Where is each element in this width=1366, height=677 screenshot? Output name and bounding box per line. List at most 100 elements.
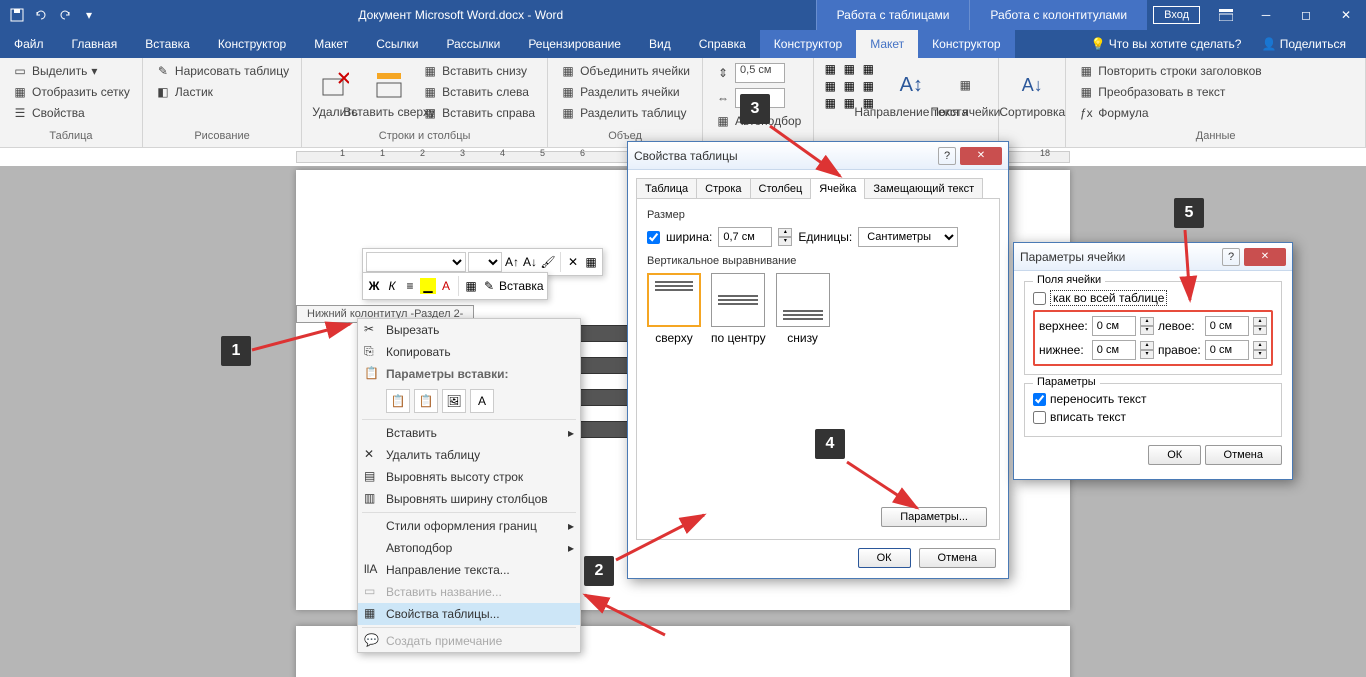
qat-dropdown-icon[interactable]: ▾ bbox=[78, 4, 100, 26]
tab-file[interactable]: Файл bbox=[0, 30, 58, 58]
eraser-button[interactable]: ◧Ластик bbox=[151, 82, 293, 102]
font-size-select[interactable] bbox=[468, 252, 502, 272]
properties-button[interactable]: ☰Свойства bbox=[8, 103, 134, 123]
valign-center[interactable]: по центру bbox=[711, 273, 766, 345]
tab-home[interactable]: Главная bbox=[58, 30, 132, 58]
save-icon[interactable] bbox=[6, 4, 28, 26]
same-as-table-checkbox[interactable] bbox=[1033, 292, 1046, 305]
valign-bottom[interactable]: снизу bbox=[776, 273, 830, 345]
font-family-select[interactable] bbox=[366, 252, 466, 272]
tab-help[interactable]: Справка bbox=[685, 30, 760, 58]
cancel-button[interactable]: Отмена bbox=[919, 548, 996, 568]
bottom-margin-input[interactable] bbox=[1092, 340, 1136, 360]
dlg-tab-table[interactable]: Таблица bbox=[636, 178, 697, 199]
text-direction-button[interactable]: A↕Направление текста bbox=[886, 61, 936, 127]
dlg-tab-alt-text[interactable]: Замещающий текст bbox=[864, 178, 983, 199]
cm-autofit[interactable]: Автоподбор▸ bbox=[358, 537, 580, 559]
insert-above-button[interactable]: Вставить сверху bbox=[364, 61, 414, 127]
tab-references[interactable]: Ссылки bbox=[362, 30, 432, 58]
convert-text-button[interactable]: ▦Преобразовать в текст bbox=[1074, 82, 1265, 102]
paste-picture-icon[interactable]: 🖼 bbox=[442, 389, 466, 413]
insert-mini-label[interactable]: Вставка bbox=[499, 279, 544, 293]
close-icon[interactable]: ✕ bbox=[960, 147, 1002, 165]
close-icon[interactable]: ✕ bbox=[1244, 248, 1286, 266]
align-mc-icon[interactable]: ▦ bbox=[841, 78, 857, 94]
align-tl-icon[interactable]: ▦ bbox=[822, 61, 838, 77]
tab-insert[interactable]: Вставка bbox=[131, 30, 204, 58]
align-tr-icon[interactable]: ▦ bbox=[860, 61, 876, 77]
draw-table-button[interactable]: ✎Нарисовать таблицу bbox=[151, 61, 293, 81]
bottom-spinner[interactable]: ▴▾ bbox=[1140, 341, 1154, 359]
view-gridlines-button[interactable]: ▦Отобразить сетку bbox=[8, 82, 134, 102]
width-spinner[interactable]: ▴▾ bbox=[778, 228, 792, 246]
tab-table-layout[interactable]: Макет bbox=[856, 30, 918, 58]
tab-layout[interactable]: Макет bbox=[300, 30, 362, 58]
minimize-button[interactable]: ─ bbox=[1246, 0, 1286, 30]
select-button[interactable]: ▭Выделить ▾ bbox=[8, 61, 134, 81]
tell-me[interactable]: 💡 Что вы хотите сделать? 👤 Поделиться bbox=[1015, 30, 1366, 58]
insert-right-button[interactable]: ▦Вставить справа bbox=[418, 103, 539, 123]
ribbon-options-icon[interactable] bbox=[1206, 0, 1246, 30]
cm-copy[interactable]: ⎘Копировать bbox=[358, 341, 580, 363]
sort-button[interactable]: A↓Сортировка bbox=[1007, 61, 1057, 127]
italic-icon[interactable]: К bbox=[384, 278, 400, 294]
delete-mini-icon[interactable]: ✕ bbox=[565, 254, 581, 270]
bold-icon[interactable]: Ж bbox=[366, 278, 382, 294]
cm-cut[interactable]: ✂Вырезать bbox=[358, 319, 580, 341]
tab-view[interactable]: Вид bbox=[635, 30, 685, 58]
cm-delete-table[interactable]: ✕Удалить таблицу bbox=[358, 444, 580, 466]
ok-button[interactable]: ОК bbox=[858, 548, 911, 568]
paste-merge-icon[interactable]: 📋 bbox=[414, 389, 438, 413]
help-icon[interactable]: ? bbox=[1222, 248, 1240, 266]
undo-icon[interactable] bbox=[30, 4, 52, 26]
top-margin-input[interactable] bbox=[1092, 316, 1136, 336]
cm-distribute-cols[interactable]: ▥Выровнять ширину столбцов bbox=[358, 488, 580, 510]
wrap-text-checkbox[interactable] bbox=[1033, 393, 1046, 406]
tab-design[interactable]: Конструктор bbox=[204, 30, 300, 58]
width-input[interactable] bbox=[718, 227, 772, 247]
close-button[interactable]: ✕ bbox=[1326, 0, 1366, 30]
share-button[interactable]: 👤 Поделиться bbox=[1261, 37, 1346, 51]
cm-insert[interactable]: Вставить▸ bbox=[358, 422, 580, 444]
dialog-titlebar[interactable]: Параметры ячейки ? ✕ bbox=[1014, 243, 1292, 271]
tab-review[interactable]: Рецензирование bbox=[514, 30, 635, 58]
align-mr-icon[interactable]: ▦ bbox=[860, 78, 876, 94]
formula-button[interactable]: ƒxФормула bbox=[1074, 103, 1265, 123]
maximize-button[interactable]: ◻ bbox=[1286, 0, 1326, 30]
cancel-button[interactable]: Отмена bbox=[1205, 445, 1282, 465]
cm-text-direction[interactable]: llАНаправление текста... bbox=[358, 559, 580, 581]
insert-left-button[interactable]: ▦Вставить слева bbox=[418, 82, 539, 102]
login-button[interactable]: Вход bbox=[1153, 6, 1200, 24]
left-spinner[interactable]: ▴▾ bbox=[1253, 317, 1267, 335]
pencil-mini-icon[interactable]: ✎ bbox=[481, 278, 497, 294]
grow-font-icon[interactable]: A↑ bbox=[504, 254, 520, 270]
ok-button[interactable]: ОК bbox=[1148, 445, 1201, 465]
cm-table-properties[interactable]: ▦Свойства таблицы... bbox=[358, 603, 580, 625]
right-margin-input[interactable] bbox=[1205, 340, 1249, 360]
paste-keep-formatting-icon[interactable]: 📋 bbox=[386, 389, 410, 413]
merge-cells-button[interactable]: ▦Объединить ячейки bbox=[556, 61, 694, 81]
split-cells-button[interactable]: ▦Разделить ячейки bbox=[556, 82, 694, 102]
right-spinner[interactable]: ▴▾ bbox=[1253, 341, 1267, 359]
insert-below-button[interactable]: ▦Вставить снизу bbox=[418, 61, 539, 81]
dlg-tab-row[interactable]: Строка bbox=[696, 178, 750, 199]
shrink-font-icon[interactable]: A↓ bbox=[522, 254, 538, 270]
top-spinner[interactable]: ▴▾ bbox=[1140, 317, 1154, 335]
cell-margins-button[interactable]: ▦Поля ячейки bbox=[940, 61, 990, 127]
format-painter-icon[interactable]: 🖌 bbox=[540, 254, 556, 270]
align-bl-icon[interactable]: ▦ bbox=[822, 95, 838, 111]
cm-border-styles[interactable]: Стили оформления границ▸ bbox=[358, 515, 580, 537]
font-color-icon[interactable]: A bbox=[438, 278, 454, 294]
redo-icon[interactable] bbox=[54, 4, 76, 26]
cm-distribute-rows[interactable]: ▤Выровнять высоту строк bbox=[358, 466, 580, 488]
tab-header-design[interactable]: Конструктор bbox=[918, 30, 1014, 58]
repeat-headers-button[interactable]: ▦Повторить строки заголовков bbox=[1074, 61, 1265, 81]
row-height-input[interactable]: ⇕0,5 см bbox=[711, 61, 805, 85]
fit-text-checkbox[interactable] bbox=[1033, 411, 1046, 424]
align-tc-icon[interactable]: ▦ bbox=[841, 61, 857, 77]
width-checkbox[interactable] bbox=[647, 231, 660, 244]
highlight-icon[interactable]: ▁ bbox=[420, 278, 436, 294]
borders-icon[interactable]: ▦ bbox=[463, 278, 479, 294]
help-icon[interactable]: ? bbox=[938, 147, 956, 165]
split-table-button[interactable]: ▦Разделить таблицу bbox=[556, 103, 694, 123]
